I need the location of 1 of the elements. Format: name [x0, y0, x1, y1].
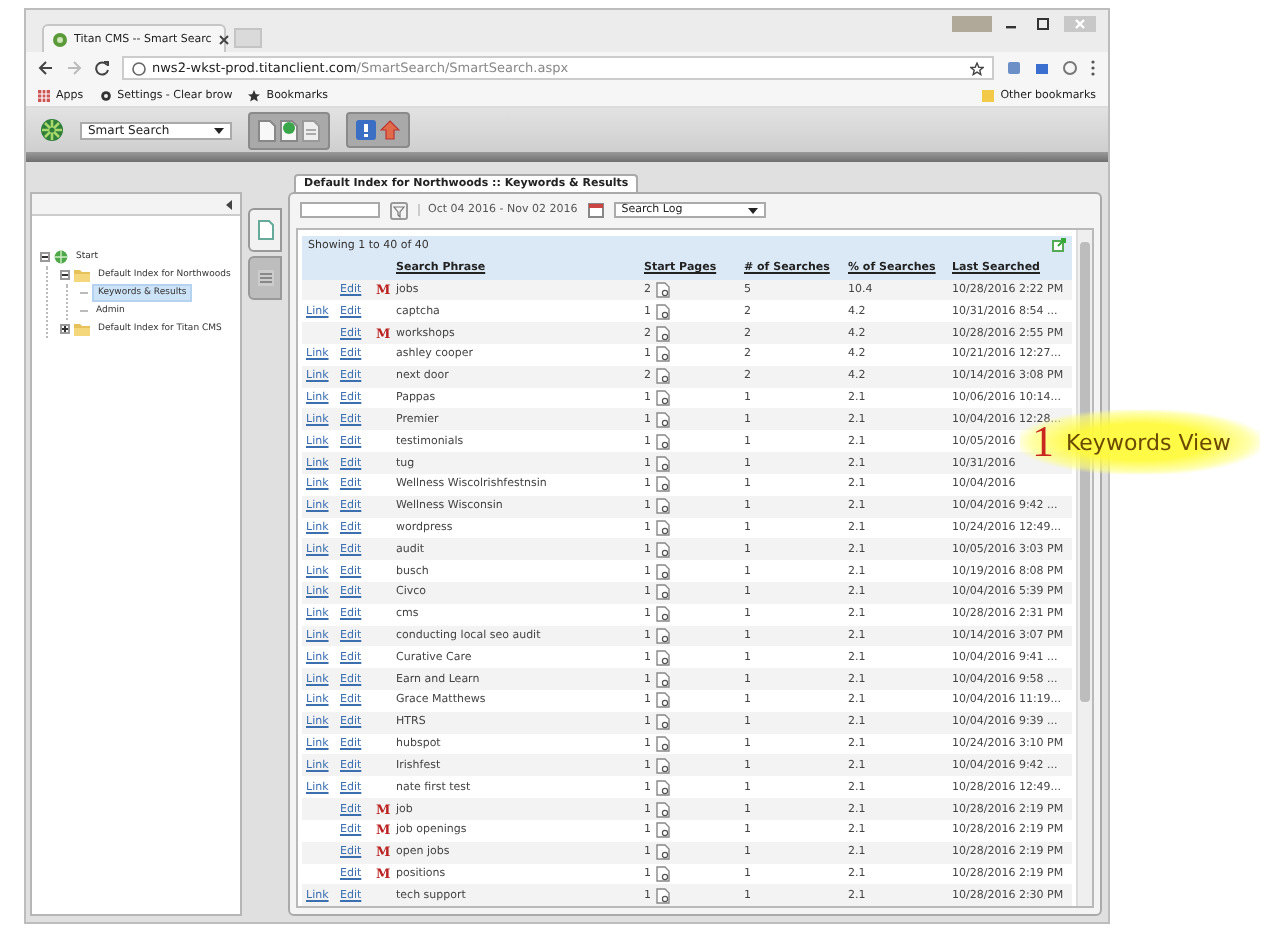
callout-text: Keywords View — [1066, 429, 1231, 455]
